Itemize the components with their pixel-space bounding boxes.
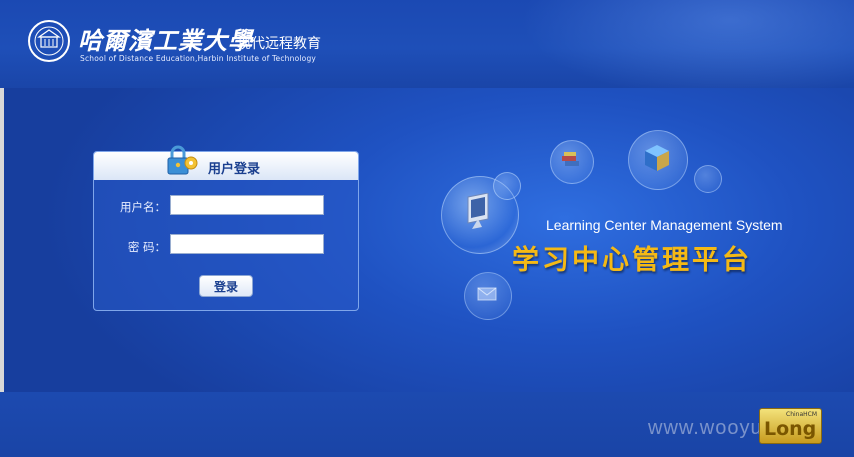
login-title: 用户登录 xyxy=(208,162,261,177)
password-input[interactable] xyxy=(170,234,324,254)
vendor-badge: ChinaHCM Long xyxy=(759,408,822,444)
envelope-icon xyxy=(477,287,497,301)
header-glow xyxy=(520,0,854,100)
username-input[interactable] xyxy=(170,195,324,215)
header-banner: 哈爾濱工業大學 现代远程教育 School of Distance Educat… xyxy=(0,0,854,100)
tiny-bubble xyxy=(694,165,722,193)
username-label: 用户名： xyxy=(120,200,166,214)
system-english-title: Learning Center Management System xyxy=(546,217,783,233)
badge-big-text: Long xyxy=(764,418,817,440)
monitor-icon xyxy=(467,193,489,229)
lock-icon xyxy=(167,145,198,175)
system-chinese-title: 学习中心管理平台 xyxy=(512,245,752,276)
books-icon xyxy=(562,152,579,166)
university-seal-icon xyxy=(28,20,70,62)
small-bubble xyxy=(493,172,521,200)
badge-small-text: ChinaHCM xyxy=(786,411,818,418)
header-english-name: School of Distance Education,Harbin Inst… xyxy=(80,54,317,63)
login-header: 用户登录 xyxy=(94,145,358,180)
cube-icon xyxy=(645,145,669,171)
login-panel: 用户登录 用户名： 密 码： 登录 xyxy=(93,145,359,311)
header-subtitle: 现代远程教育 xyxy=(237,36,321,52)
password-label: 密 码： xyxy=(127,240,166,254)
page: 哈爾濱工業大學 现代远程教育 School of Distance Educat… xyxy=(0,0,854,457)
university-name: 哈爾濱工業大學 xyxy=(78,26,253,55)
login-button[interactable]: 登录 xyxy=(199,275,253,297)
